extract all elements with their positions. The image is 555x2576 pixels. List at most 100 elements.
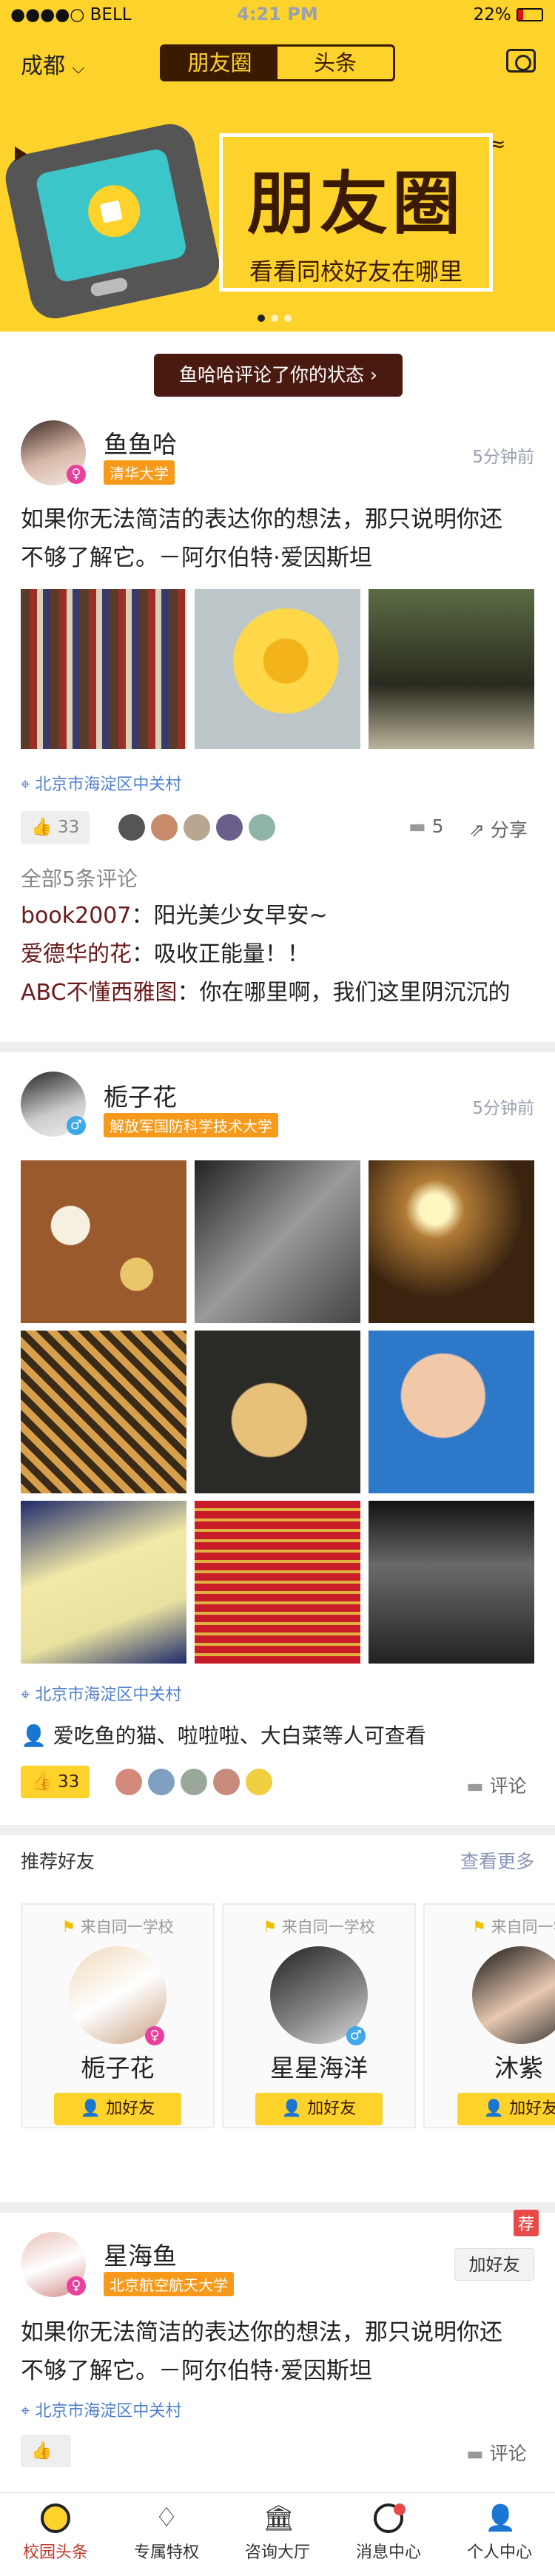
post-photo[interactable] (369, 1331, 534, 1493)
tab-headlines[interactable]: 头条 (278, 47, 393, 79)
thumbs-up-icon: 👍 (31, 818, 53, 837)
tab-privileges[interactable]: ♢ 专属特权 (111, 2493, 222, 2576)
liker-avatar[interactable] (151, 814, 178, 841)
post-author-name[interactable]: 鱼鱼哈 (104, 425, 177, 460)
status-bar: ●●●●○ BELL 4:21 PM 22% (0, 0, 555, 31)
liker-avatar[interactable] (115, 1769, 142, 1795)
feed-segmented-control: 朋友圈 头条 (160, 44, 395, 81)
liker-avatar[interactable] (216, 814, 243, 841)
like-button[interactable]: 👍 33 (21, 811, 90, 844)
carousel-dots[interactable] (255, 311, 295, 325)
liker-avatar[interactable] (148, 1769, 175, 1795)
tab-messages[interactable]: 消息中心 (333, 2493, 444, 2576)
like-button[interactable]: 👍 33 (21, 1766, 90, 1798)
chevron-down-icon: ⌵ (72, 59, 85, 78)
comment-item[interactable]: ABC不懂西雅图：你在哪里啊，我们这里阴沉沉的 (21, 974, 554, 1012)
liker-avatar[interactable] (246, 1769, 272, 1795)
female-gender-icon: ♀ (145, 2026, 164, 2045)
comment-item[interactable]: 爱德华的花：吸收正能量！！ (21, 935, 554, 974)
post-text: 如果你无法简洁的表达你的想法，那只说明你还 不够了解它。－阿尔伯特·爱因斯坦 (21, 506, 502, 571)
tab-campus-headlines[interactable]: 校园头条 (0, 2493, 111, 2576)
section-divider (0, 1042, 555, 1052)
comment-list: book2007：阳光美少女早安~ 爱德华的花：吸收正能量！！ ABC不懂西雅图… (21, 897, 554, 1012)
post-photo[interactable] (195, 1331, 360, 1493)
post-photo[interactable] (21, 1331, 186, 1493)
banner-play-icon (15, 147, 27, 161)
recommend-card[interactable]: ⚑ 来自同一学校 沐紫 👤 加好友 (423, 1903, 555, 2128)
phone-illustration (1, 119, 224, 323)
post-photo-bookshelf[interactable] (21, 589, 186, 749)
add-friend-button[interactable]: 加好友 (454, 2248, 534, 2281)
school-tag: 清华大学 (104, 460, 175, 485)
avatar[interactable] (472, 1946, 555, 2044)
liker-avatar[interactable] (213, 1769, 240, 1795)
female-gender-icon: ♀ (67, 2276, 86, 2296)
post-time: 5分钟前 (472, 1099, 534, 1118)
camera-icon[interactable] (506, 49, 536, 73)
share-button[interactable]: ⇗ 分享 (469, 815, 528, 842)
tab-profile[interactable]: 👤 个人中心 (444, 2493, 555, 2576)
post-location[interactable]: ⌖ 北京市海淀区中关村 (21, 2398, 181, 2421)
banner-title: 朋友圈 (246, 164, 465, 243)
comment-button[interactable]: ▬ 5 (408, 815, 443, 837)
post-photo[interactable] (369, 1501, 534, 1664)
comment-item[interactable]: book2007：阳光美少女早安~ (21, 897, 554, 935)
user-icon: 👤 (485, 2503, 517, 2533)
bank-icon: 🏛 (263, 2503, 295, 2533)
video-icon (83, 180, 145, 242)
top-nav: 成都 ⌵ 朋友圈 头条 (0, 31, 555, 95)
visibility-info: 👤 爱吃鱼的猫、啦啦啦、大白菜等人可查看 (21, 1724, 426, 1748)
post-photo[interactable] (21, 1160, 186, 1323)
comments-header[interactable]: 全部5条评论 (21, 863, 138, 892)
post-photo-window[interactable] (369, 589, 534, 749)
location-pin-icon: ⌖ (21, 776, 30, 794)
recommend-card[interactable]: ⚑ 来自同一学校 栀子花 👤 加好友 (21, 1903, 215, 2128)
school-tag: 解放军国防科学技术大学 (104, 1113, 278, 1137)
thumbs-up-icon: 👍 (31, 1772, 53, 1792)
comment-notification[interactable]: 鱼哈哈评论了你的状态 › (154, 354, 403, 397)
search-badge-icon (41, 2503, 70, 2533)
recommend-card[interactable]: ⚑ 来自同一学校 星星海洋 👤 加好友 (222, 1903, 416, 2128)
liker-avatar[interactable] (184, 814, 210, 841)
like-button[interactable]: 👍 (21, 2435, 71, 2467)
post-photo-flower[interactable] (195, 589, 360, 749)
friend-name: 栀子花 (81, 2054, 155, 2082)
banner[interactable]: ≈ 朋友圈 看看同校好友在哪里 (0, 95, 555, 332)
battery-label: 22% (474, 5, 543, 24)
comment-button[interactable]: ▬ 评论 (466, 2439, 527, 2466)
banner-title-box: 朋友圈 看看同校好友在哪里 (219, 133, 493, 292)
add-friend-button[interactable]: 👤 加好友 (255, 2093, 383, 2125)
post-photo[interactable] (369, 1160, 534, 1323)
liker-avatar[interactable] (249, 814, 275, 841)
bottom-tab-bar: 校园头条 ♢ 专属特权 🏛 咨询大厅 消息中心 👤 个人中心 (0, 2492, 555, 2576)
post-photo[interactable] (195, 1501, 360, 1664)
post-author-name[interactable]: 星海鱼 (104, 2236, 177, 2272)
friend-name: 沐紫 (494, 2054, 543, 2082)
share-icon: ⇗ (469, 819, 485, 841)
post-text: 如果你无法简洁的表达你的想法，那只说明你还 不够了解它。－阿尔伯特·爱因斯坦 (21, 2319, 502, 2384)
post-photo[interactable] (195, 1160, 360, 1323)
add-friend-button[interactable]: 👤 加好友 (457, 2093, 555, 2125)
female-gender-icon: ♀ (67, 465, 86, 484)
male-gender-icon: ♂ (67, 1116, 86, 1135)
male-gender-icon: ♂ (346, 2026, 366, 2045)
location-pin-icon: ⌖ (21, 2402, 30, 2421)
school-tag: 北京航空航天大学 (104, 2272, 234, 2296)
tab-friends-circle[interactable]: 朋友圈 (162, 47, 278, 79)
liker-avatar[interactable] (181, 1769, 207, 1795)
thumbs-up-icon: 👍 (31, 2441, 53, 2461)
tab-consult-hall[interactable]: 🏛 咨询大厅 (222, 2493, 333, 2576)
post-location[interactable]: ⌖ 北京市海淀区中关村 (21, 1681, 181, 1705)
city-selector[interactable]: 成都 ⌵ (21, 47, 84, 80)
see-more-link[interactable]: 查看更多 (460, 1847, 534, 1874)
liker-avatar[interactable] (118, 814, 145, 841)
add-friend-button[interactable]: 👤 加好友 (54, 2093, 181, 2125)
post-location[interactable]: ⌖ 北京市海淀区中关村 (21, 771, 181, 795)
section-divider (0, 2202, 555, 2213)
status-time: 4:21 PM (237, 4, 318, 24)
post-time: 5分钟前 (472, 448, 534, 467)
post-photo[interactable] (21, 1501, 186, 1664)
comment-button[interactable]: ▬ 评论 (466, 1772, 527, 1798)
post-author-name[interactable]: 栀子花 (104, 1077, 177, 1113)
recommended-badge: 荐 (513, 2210, 539, 2236)
